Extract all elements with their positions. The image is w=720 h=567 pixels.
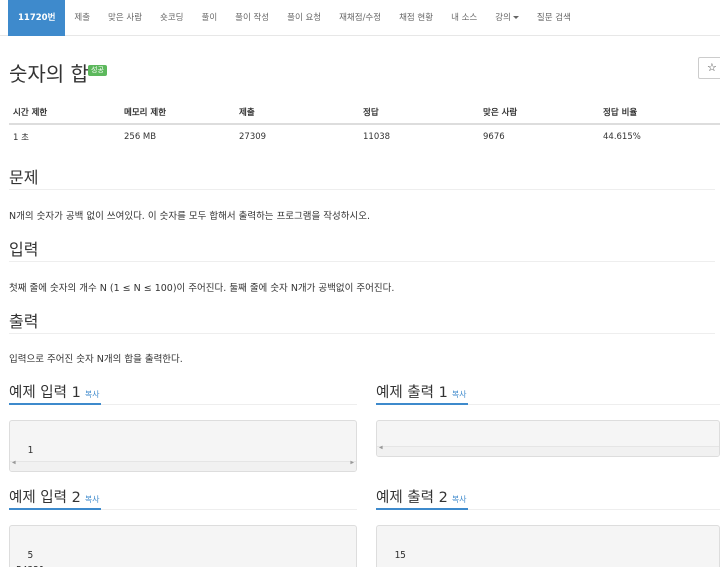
output-description: 입력으로 주어진 숫자 N개의 합을 출력한다.: [9, 354, 183, 365]
nav-problem-number[interactable]: 11720번: [8, 0, 66, 36]
horizontal-scrollbar[interactable]: ◀: [377, 444, 719, 456]
nav-my-source[interactable]: 내 소스: [442, 0, 486, 36]
example-title-text: 예제 출력 2: [376, 490, 448, 506]
output-heading: 출력: [9, 312, 39, 331]
example-input-1-box[interactable]: 1 1 ◀ ▶: [9, 420, 357, 472]
example-title-underline: [376, 403, 468, 405]
input-heading: 입력: [9, 240, 39, 259]
problem-info-table: 시간 제한 메모리 제한 제출 정답 맞은 사람 정답 비율 1 초 256 M…: [9, 101, 720, 149]
example-output-2-title: 예제 출력 2 복사: [376, 486, 467, 507]
section-divider: [9, 189, 715, 190]
nav-write-solution[interactable]: 풀이 작성: [226, 0, 278, 36]
info-value-cell: 11038: [363, 132, 391, 142]
problem-description: N개의 숫자가 공백 없이 쓰여있다. 이 숫자를 모두 합해서 출력하는 프로…: [9, 211, 371, 222]
info-value-row: 1 초 256 MB 27309 11038 9676 44.615%: [9, 125, 720, 149]
example-input-2-content: 5 54321: [16, 549, 45, 567]
info-value-cell: 9676: [483, 132, 505, 142]
nav-submit[interactable]: 제출: [65, 0, 99, 36]
example-title-text: 예제 입력 1: [9, 385, 81, 401]
problem-heading: 문제: [9, 168, 39, 187]
nav-status[interactable]: 채점 현황: [390, 0, 442, 36]
info-header-row: 시간 제한 메모리 제한 제출 정답 맞은 사람 정답 비율: [9, 101, 720, 125]
info-header-cell: 정답 비율: [603, 108, 638, 118]
nav-rejudge[interactable]: 재채점/수정: [330, 0, 390, 36]
example-title-underline: [376, 508, 468, 510]
input-description: 첫째 줄에 숫자의 개수 N (1 ≤ N ≤ 100)이 주어진다. 둘째 줄…: [9, 283, 395, 294]
copy-button[interactable]: 복사: [452, 495, 467, 504]
example-title-underline: [9, 403, 101, 405]
section-divider: [9, 333, 715, 334]
example-input-2-box[interactable]: 5 54321: [9, 525, 357, 567]
star-icon: ☆: [707, 61, 717, 74]
nav-request-solution[interactable]: 풀이 요청: [278, 0, 330, 36]
example-input-1-title: 예제 입력 1 복사: [9, 381, 100, 402]
example-output-2-content: 15: [394, 549, 406, 561]
nav-lecture-dropdown[interactable]: 강의: [486, 0, 528, 36]
scroll-left-icon[interactable]: ◀: [379, 440, 383, 456]
example-title-text: 예제 입력 2: [9, 490, 81, 506]
problem-nav: 11720번 제출 맞은 사람 숏코딩 풀이 풀이 작성 풀이 요청 재채점/수…: [0, 0, 720, 36]
scroll-left-icon[interactable]: ◀: [12, 455, 16, 471]
nav-accepted[interactable]: 맞은 사람: [99, 0, 151, 36]
example-output-1-title: 예제 출력 1 복사: [376, 381, 467, 402]
section-divider: [9, 261, 715, 262]
info-value-cell: 44.615%: [603, 132, 641, 142]
copy-button[interactable]: 복사: [452, 390, 467, 399]
info-header-cell: 메모리 제한: [124, 108, 167, 118]
star-button[interactable]: ☆: [698, 57, 720, 79]
nav-solution[interactable]: 풀이: [193, 0, 227, 36]
example-title-text: 예제 출력 1: [376, 385, 448, 401]
problem-title: 숫자의 합: [9, 62, 89, 86]
info-header-cell: 시간 제한: [13, 108, 48, 118]
info-header-cell: 제출: [239, 108, 255, 118]
nav-short-coding[interactable]: 숏코딩: [151, 0, 192, 36]
example-output-2-box[interactable]: 15: [376, 525, 720, 567]
caret-down-icon: [512, 15, 519, 19]
info-value-cell: 1 초: [13, 133, 29, 143]
copy-button[interactable]: 복사: [85, 495, 100, 504]
horizontal-scrollbar[interactable]: ◀ ▶: [10, 459, 356, 471]
nav-question-search[interactable]: 질문 검색: [528, 0, 580, 36]
copy-button[interactable]: 복사: [85, 390, 100, 399]
scroll-right-icon[interactable]: ▶: [350, 455, 354, 471]
example-output-1-box[interactable]: 1 ◀: [376, 420, 720, 457]
info-value-cell: 27309: [239, 132, 267, 142]
example-title-underline: [9, 508, 101, 510]
info-value-cell: 256 MB: [124, 132, 157, 142]
nav-lecture-label: 강의: [495, 12, 511, 23]
example-input-2-title: 예제 입력 2 복사: [9, 486, 100, 507]
status-badge: 성공: [88, 65, 107, 76]
info-header-cell: 맞은 사람: [483, 108, 518, 118]
info-header-cell: 정답: [363, 108, 379, 118]
